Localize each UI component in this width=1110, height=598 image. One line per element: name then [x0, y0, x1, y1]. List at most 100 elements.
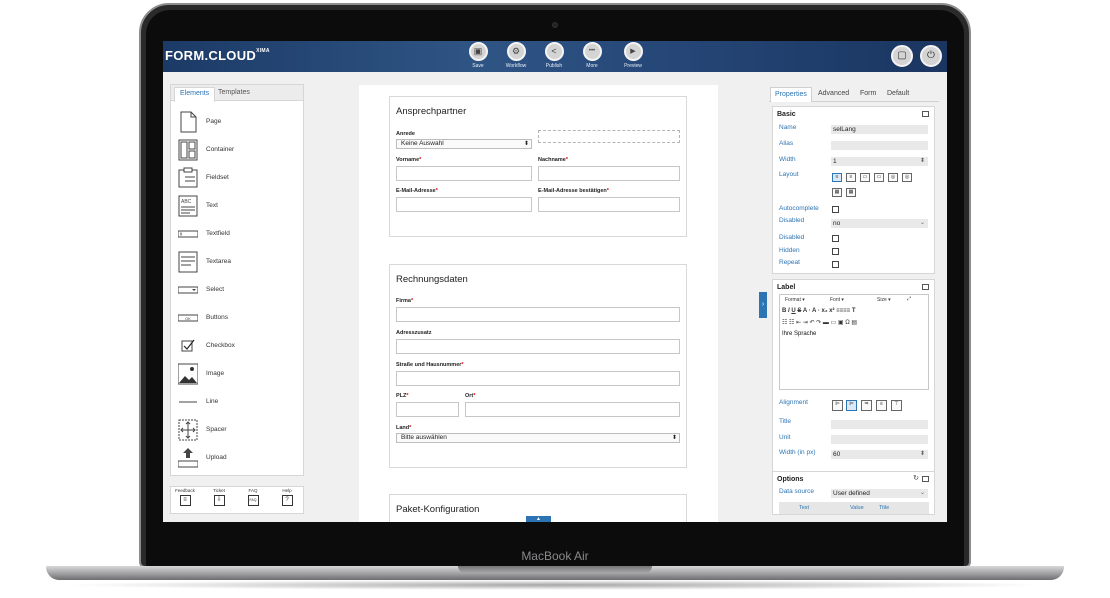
layout-option-4-icon[interactable]: ▭ [874, 173, 884, 182]
hidden-checkbox[interactable] [832, 248, 839, 255]
element-spacer[interactable]: Spacer [178, 419, 296, 445]
window-icon[interactable] [922, 476, 929, 482]
font-dropdown[interactable]: Font ▾ [830, 297, 844, 303]
plz-input[interactable] [396, 402, 459, 417]
column-title[interactable]: Title [879, 505, 889, 511]
help-button[interactable]: Help? [275, 488, 299, 506]
empty-drop-slot[interactable] [538, 130, 680, 143]
maximize-icon[interactable]: ⤢ [907, 296, 911, 302]
align-left-active-icon[interactable]: ⊫ [846, 400, 857, 411]
tab-elements[interactable]: Elements [174, 87, 216, 102]
ort-input[interactable] [465, 402, 680, 417]
disabled-checkbox[interactable] [832, 235, 839, 242]
element-select[interactable]: Select [178, 279, 296, 305]
more-button[interactable]: ••• More [572, 42, 612, 69]
layout-option-5-icon[interactable]: ◎ [888, 173, 898, 182]
layout-option-7-icon[interactable]: ▦ [832, 188, 842, 197]
land-select[interactable]: Bitte auswählen ⬍ [396, 433, 680, 443]
layout-option-8-icon[interactable]: ▦ [846, 188, 856, 197]
land-label: Land* [396, 425, 412, 431]
ort-label: Ort* [465, 393, 476, 399]
strasse-input[interactable] [396, 371, 680, 386]
layout-option-1-icon[interactable]: ≡ [832, 173, 842, 182]
tab-form[interactable]: Form [860, 90, 876, 97]
section-rechnungsdaten[interactable]: Rechnungsdaten Firma* Adresszusatz Straß… [389, 264, 687, 468]
align-top-icon[interactable]: ⊤ [891, 400, 902, 411]
editor-content[interactable]: Ihre Sprache [782, 331, 816, 337]
properties-panel: Properties Advanced Form Default Basic N… [769, 87, 939, 515]
unit-field[interactable] [831, 435, 928, 444]
label-editor[interactable]: Format ▾ Font ▾ Size ▾ ⤢ B I U S A · A ·… [779, 294, 929, 390]
tab-properties[interactable]: Properties [770, 87, 812, 102]
section-heading: Basic [777, 111, 796, 118]
button-icon: OK [178, 314, 198, 322]
vorname-input[interactable] [396, 166, 532, 181]
title-field[interactable] [831, 420, 928, 429]
anrede-select[interactable]: Keine Auswahl ⬍ [396, 139, 532, 149]
panel-toggle-button[interactable]: › [759, 292, 767, 318]
column-value[interactable]: Value [850, 505, 864, 511]
play-icon: ▶ [623, 42, 643, 61]
firma-label: Firma* [396, 298, 414, 304]
element-page[interactable]: Page [178, 111, 296, 137]
autocomplete-checkbox[interactable] [832, 206, 839, 213]
size-dropdown[interactable]: Size ▾ [877, 297, 891, 303]
power-icon[interactable]: ⏻ [920, 45, 942, 67]
window-icon[interactable] [922, 284, 929, 290]
repeat-checkbox[interactable] [832, 261, 839, 268]
top-toolbar: FORM.CLOUDXIMA ▣ Save ⚙ Workflow < Publish … [163, 41, 947, 72]
save-button[interactable]: ▣ Save [458, 42, 498, 69]
formatting-toolbar[interactable]: B I U S A · A · x₂ x² ≡≡≡≡ T [782, 308, 856, 314]
element-line[interactable]: Line [178, 391, 296, 417]
workflow-icon: ⚙ [506, 42, 526, 61]
disabled-label: Disabled [779, 217, 805, 224]
adresszusatz-input[interactable] [396, 339, 680, 354]
preview-button[interactable]: ▶ Preview [613, 42, 653, 69]
element-checkbox[interactable]: Checkbox [178, 335, 296, 361]
align-left-icon[interactable]: ⊫ [832, 400, 843, 411]
feedback-button[interactable]: Feedback ≡ [173, 488, 197, 506]
element-textfield[interactable]: Textfield [178, 223, 296, 249]
tab-default[interactable]: Default [887, 90, 909, 97]
email-input[interactable] [396, 197, 532, 212]
firma-input[interactable] [396, 307, 680, 322]
layout-option-6-icon[interactable]: ◎ [902, 173, 912, 182]
layout-option-3-icon[interactable]: ▭ [860, 173, 870, 182]
element-textarea[interactable]: Textarea [178, 251, 296, 277]
paragraph-toolbar[interactable]: ☷ ☷ ⇤ ⇥ ↶ ↷ ▬ ▭ ▣ Ω ▤ [782, 319, 857, 326]
name-field[interactable]: selLang [831, 125, 928, 134]
workflow-button[interactable]: ⚙ Workflow [496, 42, 536, 69]
column-text[interactable]: Text [799, 505, 809, 511]
layout-option-2-icon[interactable]: ≡ [846, 173, 856, 182]
element-fieldset[interactable]: Fieldset [178, 167, 296, 193]
ticket-button[interactable]: Ticket ⇩ [207, 488, 231, 506]
element-text[interactable]: ABC Text [178, 195, 296, 221]
width-stepper[interactable]: 1 ⬍ [831, 157, 928, 166]
section-title: Paket-Konfiguration [396, 504, 480, 515]
chat-icon[interactable]: ▢ [891, 45, 913, 67]
align-right-icon[interactable]: ⫤ [861, 400, 872, 411]
name-label: Name [779, 124, 797, 131]
nachname-input[interactable] [538, 166, 680, 181]
element-container[interactable]: Container [178, 139, 296, 165]
section-ansprechpartner[interactable]: Ansprechpartner Anrede Keine Auswahl ⬍ Vo… [389, 96, 687, 237]
width-px-stepper[interactable]: 60 ⬍ [831, 450, 928, 459]
data-source-select[interactable]: User defined ⌄ [831, 489, 928, 498]
email-confirm-input[interactable] [538, 197, 680, 212]
element-upload[interactable]: Upload [178, 447, 296, 473]
faq-button[interactable]: FAQ FAQ [241, 488, 265, 506]
tab-templates[interactable]: Templates [213, 87, 255, 98]
format-dropdown[interactable]: Format ▾ [785, 297, 805, 303]
alias-field[interactable] [831, 141, 928, 150]
align-center-icon[interactable]: ≡ [876, 400, 887, 411]
publish-button[interactable]: < Publish [534, 42, 574, 69]
element-image[interactable]: Image [178, 363, 296, 389]
element-buttons[interactable]: OK Buttons [178, 307, 296, 333]
refresh-icon[interactable]: ↻ [913, 474, 919, 482]
window-icon[interactable] [922, 111, 929, 117]
section-heading: Label [777, 284, 796, 291]
tab-advanced[interactable]: Advanced [818, 90, 849, 97]
scroll-up-button[interactable]: ▲ [526, 516, 551, 522]
disabled-select[interactable]: no ⌄ [831, 219, 928, 228]
autocomplete-label: Autocomplete [779, 205, 819, 212]
